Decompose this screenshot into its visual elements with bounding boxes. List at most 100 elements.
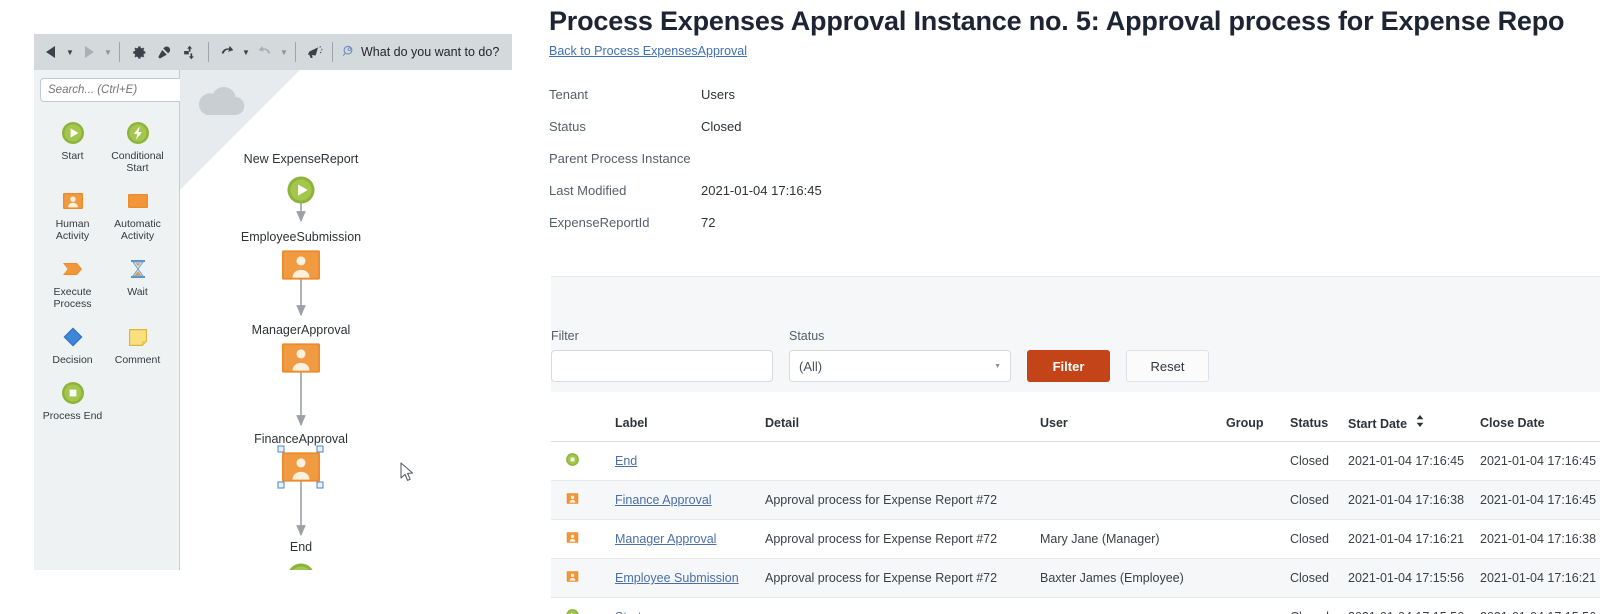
cell-detail: Approval process for Expense Report #72 xyxy=(757,480,1032,520)
cell-label[interactable]: Start xyxy=(607,597,757,614)
reset-button[interactable]: Reset xyxy=(1126,350,1209,382)
gear-icon[interactable] xyxy=(125,39,151,65)
palette-item-decision[interactable]: Decision xyxy=(40,320,105,366)
redo-dropdown-caret-down-icon[interactable]: ▼ xyxy=(278,39,290,65)
col-group[interactable]: Group xyxy=(1218,406,1282,442)
col-label[interactable]: Label xyxy=(607,406,757,442)
palette-item-execute-process[interactable]: Execute Process xyxy=(40,252,105,310)
human-activity-person-icon xyxy=(565,571,580,587)
col-user[interactable]: User xyxy=(1032,406,1218,442)
redo-arrow-icon[interactable] xyxy=(252,39,278,65)
back-dropdown-caret-down-icon[interactable]: ▼ xyxy=(64,39,76,65)
col-start-date-label: Start Date xyxy=(1348,417,1408,431)
cell-group xyxy=(1218,597,1282,614)
detail-key: ExpenseReportId xyxy=(549,214,650,230)
cell-label[interactable]: End xyxy=(607,441,757,481)
row-icon-cell xyxy=(551,558,607,598)
selection-handles[interactable] xyxy=(276,444,326,492)
plug-icon[interactable] xyxy=(151,39,177,65)
toolbar-divider xyxy=(119,42,120,62)
filter-input[interactable] xyxy=(551,350,773,382)
table-row[interactable]: Manager Approval Approval process for Ex… xyxy=(551,519,1600,559)
cell-status: Closed xyxy=(1282,558,1340,598)
process-instance-page: Process Expenses Approval Instance no. 5… xyxy=(513,0,1600,614)
human-activity-person-icon xyxy=(60,188,86,214)
node-label-managerapproval: ManagerApproval xyxy=(251,323,351,337)
col-detail[interactable]: Detail xyxy=(757,406,1032,442)
cell-close-date: 2021-01-04 17:16:45 xyxy=(1472,441,1600,481)
palette-item-automatic-activity[interactable]: Automatic Activity xyxy=(105,184,170,242)
node-label-new-expensereport: New ExpenseReport xyxy=(243,152,359,166)
process-flow: New ExpenseReport EmployeeSubmission Man… xyxy=(180,70,512,570)
table-row[interactable]: End Closed 2021-01-04 17:16:45 2021-01-0… xyxy=(551,441,1600,481)
cell-user xyxy=(1032,597,1218,614)
cell-label[interactable]: Finance Approval xyxy=(607,480,757,520)
cell-label[interactable]: Manager Approval xyxy=(607,519,757,559)
palette-item-process-end[interactable]: Process End xyxy=(40,376,105,422)
cell-start-date: 2021-01-04 17:16:21 xyxy=(1340,519,1472,559)
activity-link[interactable]: End xyxy=(615,454,637,468)
col-start-date[interactable]: Start Date xyxy=(1340,406,1472,442)
row-icon-cell xyxy=(551,480,607,520)
activity-link[interactable]: Start xyxy=(615,610,641,614)
node-icon-employeesubmission[interactable] xyxy=(282,250,320,285)
status-field-group: Status (All) ▼ xyxy=(789,329,1011,382)
row-icon-cell xyxy=(551,597,607,614)
cell-user: Baxter James (Employee) xyxy=(1032,558,1218,598)
detail-row-last-modified: Last Modified 2021-01-04 17:16:45 xyxy=(549,174,1149,206)
palette-item-comment[interactable]: Comment xyxy=(105,320,170,366)
col-status[interactable]: Status xyxy=(1282,406,1340,442)
col-close-date[interactable]: Close Date xyxy=(1472,406,1600,442)
status-select[interactable]: (All) ▼ xyxy=(789,350,1011,382)
page-title: Process Expenses Approval Instance no. 5… xyxy=(549,6,1565,36)
import-export-icon[interactable] xyxy=(177,39,203,65)
back-to-process-link[interactable]: Back to Process ExpensesApproval xyxy=(549,44,747,58)
wait-hourglass-icon xyxy=(125,256,151,282)
cell-start-date: 2021-01-04 17:15:56 xyxy=(1340,597,1472,614)
palette-item-conditional-start[interactable]: Conditional Start xyxy=(105,116,170,174)
palette-item-label: Wait xyxy=(127,286,148,298)
palette-item-wait[interactable]: Wait xyxy=(105,252,170,310)
node-icon-end[interactable] xyxy=(285,561,317,570)
forward-button[interactable] xyxy=(76,39,102,65)
detail-value: 2021-01-04 17:16:45 xyxy=(701,182,822,198)
node-icon-managerapproval[interactable] xyxy=(282,343,320,378)
col-icon xyxy=(551,406,607,442)
activity-link[interactable]: Finance Approval xyxy=(615,493,712,507)
decision-diamond-icon xyxy=(60,324,86,350)
cell-group xyxy=(1218,441,1282,481)
palette-item-start[interactable]: Start xyxy=(40,116,105,174)
activity-grid: Label Detail User Group Status Start Dat… xyxy=(551,406,1600,614)
status-select-value: (All) xyxy=(799,358,823,374)
forward-dropdown-caret-down-icon[interactable]: ▼ xyxy=(102,39,114,65)
filter-button[interactable]: Filter xyxy=(1027,350,1110,382)
toolbar-divider-4 xyxy=(332,42,333,62)
detail-row-parent-process-instance: Parent Process Instance xyxy=(549,142,1149,174)
cell-detail xyxy=(757,597,1032,614)
cell-close-date: 2021-01-04 17:16:38 xyxy=(1472,519,1600,559)
back-button[interactable] xyxy=(38,39,64,65)
undo-dropdown-caret-down-icon[interactable]: ▼ xyxy=(240,39,252,65)
tell-me-search[interactable]: What do you want to do? xyxy=(338,44,499,61)
activity-link[interactable]: Manager Approval xyxy=(615,532,716,546)
node-icon-start[interactable] xyxy=(285,174,317,211)
sort-updown-icon xyxy=(1416,415,1424,429)
undo-arrow-icon[interactable] xyxy=(214,39,240,65)
filter-controls: Filter Status (All) ▼ Filter Reset xyxy=(551,329,1209,382)
table-row[interactable]: Finance Approval Approval process for Ex… xyxy=(551,480,1600,520)
palette-items: Start Conditional Start Human Activity A… xyxy=(34,106,179,432)
palette-item-human-activity[interactable]: Human Activity xyxy=(40,184,105,242)
table-row[interactable]: Start Closed 2021-01-04 17:15:56 2021-01… xyxy=(551,597,1600,614)
screen-root: ▼ ▼ ▼ ▼ What do you want to do? Search..… xyxy=(0,0,1600,614)
table-row[interactable]: Employee Submission Approval process for… xyxy=(551,558,1600,598)
process-canvas[interactable]: New ExpenseReport EmployeeSubmission Man… xyxy=(180,70,512,570)
activity-table: Label Detail User Group Status Start Dat… xyxy=(551,406,1600,614)
cell-status: Closed xyxy=(1282,597,1340,614)
megaphone-icon[interactable] xyxy=(301,39,327,65)
cell-label[interactable]: Employee Submission xyxy=(607,558,757,598)
activity-link[interactable]: Employee Submission xyxy=(615,571,739,585)
cell-group xyxy=(1218,480,1282,520)
cell-status: Closed xyxy=(1282,519,1340,559)
instance-details: Tenant Users Status Closed Parent Proces… xyxy=(549,78,1149,238)
detail-row-expensereportid: ExpenseReportId 72 xyxy=(549,206,1149,238)
